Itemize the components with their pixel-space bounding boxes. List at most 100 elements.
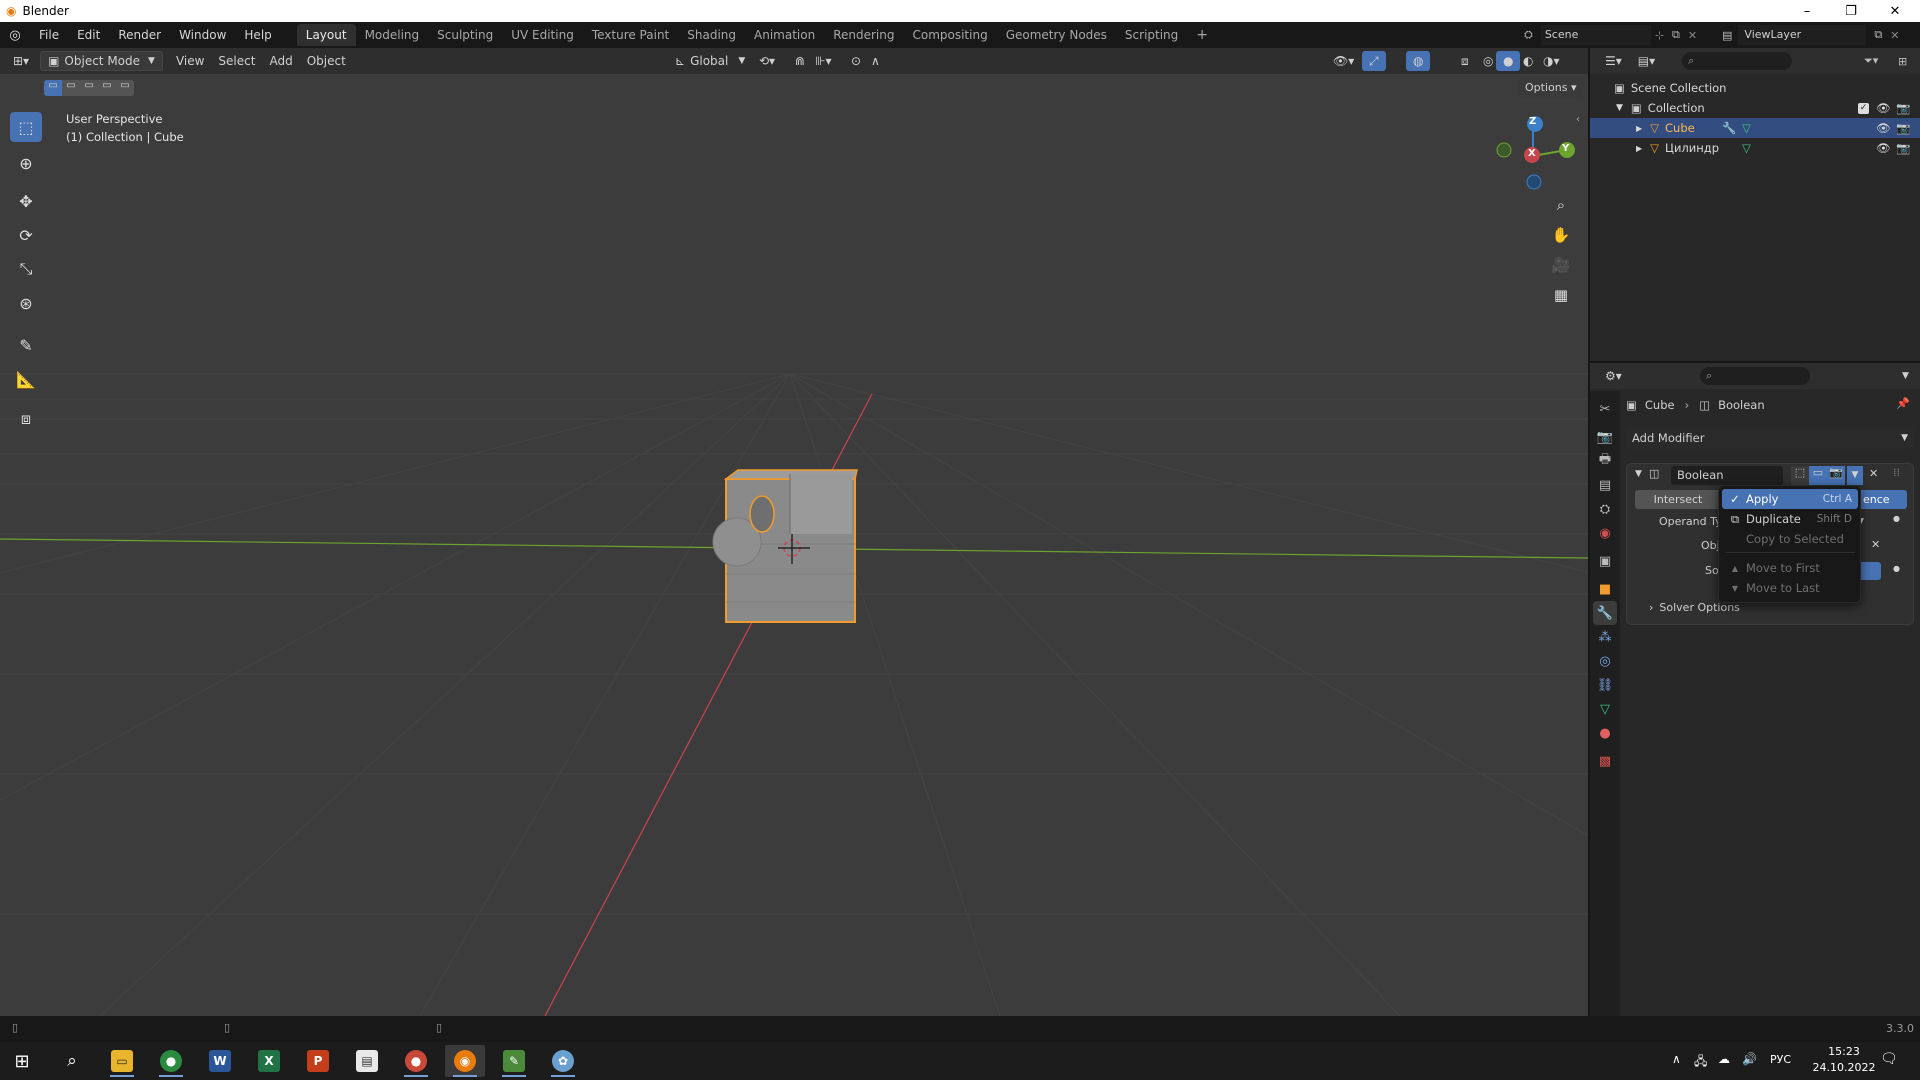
- object-name[interactable]: Cube: [1665, 121, 1695, 135]
- menu-add[interactable]: Add: [262, 51, 299, 71]
- tab-animation[interactable]: Animation: [745, 24, 824, 46]
- add-cube-tool[interactable]: ⧈: [10, 404, 42, 434]
- orientation-dropdown[interactable]: ⊾ Global ▼: [668, 51, 752, 71]
- menu-render[interactable]: Render: [109, 24, 170, 46]
- exclude-checkbox[interactable]: ✓: [1858, 102, 1869, 114]
- add-modifier-dropdown[interactable]: Add Modifier ▼: [1626, 427, 1914, 449]
- expand-arrow-icon[interactable]: ▶: [1636, 124, 1642, 133]
- modifier-name-field[interactable]: Boolean: [1671, 466, 1783, 485]
- select-subtract-icon[interactable]: ▭: [80, 80, 98, 96]
- tab-modeling[interactable]: Modeling: [356, 24, 429, 46]
- blender-menu-icon[interactable]: ◎: [0, 28, 30, 43]
- collapse-arrow-icon[interactable]: ▼: [1635, 469, 1642, 479]
- edit-mode-toggle-icon[interactable]: ⬚: [1791, 466, 1809, 485]
- menu-select[interactable]: Select: [211, 51, 262, 71]
- viewlayer-selector[interactable]: ▤ ViewLayer ⧉ ✕: [1722, 24, 1918, 46]
- remove-modifier-icon[interactable]: ✕: [1869, 467, 1878, 480]
- outliner-object-row[interactable]: ▶ ▽ Цилиндр ▽ 👁 📷: [1590, 138, 1920, 158]
- minimize-button[interactable]: –: [1784, 0, 1830, 22]
- taskbar-blender[interactable]: ◉: [445, 1045, 485, 1077]
- tab-shading[interactable]: Shading: [678, 24, 745, 46]
- menu-view[interactable]: View: [169, 51, 211, 71]
- data-tab-icon[interactable]: ▽: [1593, 697, 1617, 721]
- move-tool[interactable]: ✥: [10, 186, 42, 216]
- menu-file[interactable]: File: [30, 24, 68, 46]
- close-window-button[interactable]: ✕: [1872, 0, 1918, 22]
- properties-editor-type-icon[interactable]: ⚙▾: [1598, 366, 1629, 386]
- taskbar-chrome[interactable]: ●: [151, 1045, 191, 1077]
- eye-icon[interactable]: 👁: [1876, 101, 1891, 115]
- outliner-search-field[interactable]: ⌕: [1682, 52, 1793, 70]
- view-layer-tab-icon[interactable]: ▤: [1593, 473, 1617, 497]
- taskbar-paint[interactable]: ✿: [543, 1045, 583, 1077]
- tab-scripting[interactable]: Scripting: [1116, 24, 1187, 46]
- menu-item-move-to-last[interactable]: ▼ Move to Last: [1722, 578, 1858, 598]
- expand-arrow-icon[interactable]: ▶: [1636, 144, 1642, 153]
- world-tab-icon[interactable]: ◉: [1593, 521, 1617, 545]
- new-scene-icon[interactable]: ⧉: [1672, 28, 1680, 42]
- language-indicator[interactable]: РУС: [1770, 1053, 1791, 1066]
- select-intersect-icon[interactable]: ▭: [116, 80, 134, 96]
- tab-compositing[interactable]: Compositing: [903, 24, 996, 46]
- modifier-menu-chevron-icon[interactable]: ▼: [1847, 466, 1863, 485]
- new-collection-icon[interactable]: ⊞: [1898, 55, 1907, 68]
- tab-geometry-nodes[interactable]: Geometry Nodes: [997, 24, 1116, 46]
- physics-tab-icon[interactable]: ◎: [1593, 649, 1617, 673]
- outliner-editor-type-icon[interactable]: ☰▾: [1598, 51, 1629, 71]
- solver-exact-button[interactable]: [1861, 562, 1881, 580]
- scale-tool[interactable]: ⤡: [10, 254, 42, 284]
- chevron-up-icon[interactable]: ∧: [1672, 1052, 1681, 1066]
- rendered-shading-icon[interactable]: ◑▾: [1536, 51, 1567, 71]
- taskbar-word[interactable]: W: [200, 1045, 240, 1077]
- search-button[interactable]: ⌕: [52, 1045, 92, 1077]
- select-box-tool[interactable]: ⬚: [10, 112, 42, 142]
- camera-render-icon[interactable]: 📷: [1896, 141, 1910, 155]
- notifications-icon[interactable]: 🗨: [1880, 1051, 1898, 1067]
- tab-rendering[interactable]: Rendering: [824, 24, 903, 46]
- clear-object-icon[interactable]: ✕: [1871, 538, 1880, 551]
- start-button[interactable]: ⊞: [2, 1045, 42, 1077]
- menu-window[interactable]: Window: [170, 24, 235, 46]
- material-tab-icon[interactable]: ●: [1593, 721, 1617, 745]
- keyframe-dot-icon[interactable]: ●: [1893, 564, 1900, 573]
- viewport-scene[interactable]: [0, 74, 1588, 1016]
- difference-button[interactable]: ence: [1859, 490, 1907, 509]
- menu-item-copy-to-selected[interactable]: Copy to Selected: [1722, 529, 1858, 549]
- filter-icon[interactable]: ⏷▾: [1864, 54, 1878, 68]
- editor-type-icon[interactable]: ⊞▾: [6, 51, 36, 71]
- pan-button[interactable]: ✋: [1547, 221, 1575, 249]
- sidebar-toggle-icon[interactable]: ‹: [1576, 114, 1580, 125]
- falloff-icon[interactable]: ∧: [864, 51, 887, 71]
- eye-icon[interactable]: 👁: [1876, 121, 1891, 135]
- network-icon[interactable]: 🖧: [1694, 1052, 1707, 1073]
- delete-scene-icon[interactable]: ✕: [1688, 29, 1697, 42]
- tool-tab-icon[interactable]: ✂: [1593, 397, 1617, 421]
- select-extend-icon[interactable]: ▭: [62, 80, 80, 96]
- drag-handle-icon[interactable]: ⁞⁞: [1893, 466, 1900, 479]
- clock[interactable]: 15:23 24.10.2022: [1812, 1044, 1876, 1076]
- scene-selector[interactable]: ⛭ Scene ⊹ ⧉ ✕: [1524, 24, 1714, 46]
- taskbar-notepad[interactable]: ✎: [494, 1045, 534, 1077]
- annotate-tool[interactable]: ✎: [10, 330, 42, 360]
- modifier-tab-icon[interactable]: 🔧: [1593, 601, 1617, 625]
- display-mode-icon[interactable]: ▤▾: [1631, 51, 1662, 71]
- menu-edit[interactable]: Edit: [68, 24, 109, 46]
- options-dropdown[interactable]: Options ▾: [1518, 78, 1584, 98]
- collection-tab-icon[interactable]: ▣: [1593, 549, 1617, 573]
- expand-arrow-icon[interactable]: ▼: [1616, 103, 1623, 113]
- taskbar-file-explorer[interactable]: ▭: [102, 1045, 142, 1077]
- select-new-icon[interactable]: ▭: [44, 80, 62, 96]
- restore-button[interactable]: ❐: [1828, 0, 1874, 22]
- object-tab-icon[interactable]: ■: [1593, 577, 1617, 601]
- menu-item-duplicate[interactable]: ⧉ Duplicate Shift D: [1722, 509, 1858, 529]
- camera-view-button[interactable]: 🎥: [1547, 251, 1575, 279]
- 3d-viewport[interactable]: Z Y X User Perspective (1) Collection | …: [0, 74, 1588, 1016]
- constraints-tab-icon[interactable]: ⛓: [1593, 673, 1617, 697]
- cube-object[interactable]: [712, 469, 858, 623]
- taskbar-chrome-alt[interactable]: ●: [396, 1045, 436, 1077]
- add-workspace-button[interactable]: +: [1187, 24, 1217, 46]
- viewlayer-name[interactable]: ViewLayer: [1738, 25, 1867, 45]
- render-tab-icon[interactable]: 📷: [1593, 425, 1617, 449]
- volume-icon[interactable]: 🔊: [1742, 1052, 1757, 1066]
- taskbar-powerpoint[interactable]: P: [298, 1045, 338, 1077]
